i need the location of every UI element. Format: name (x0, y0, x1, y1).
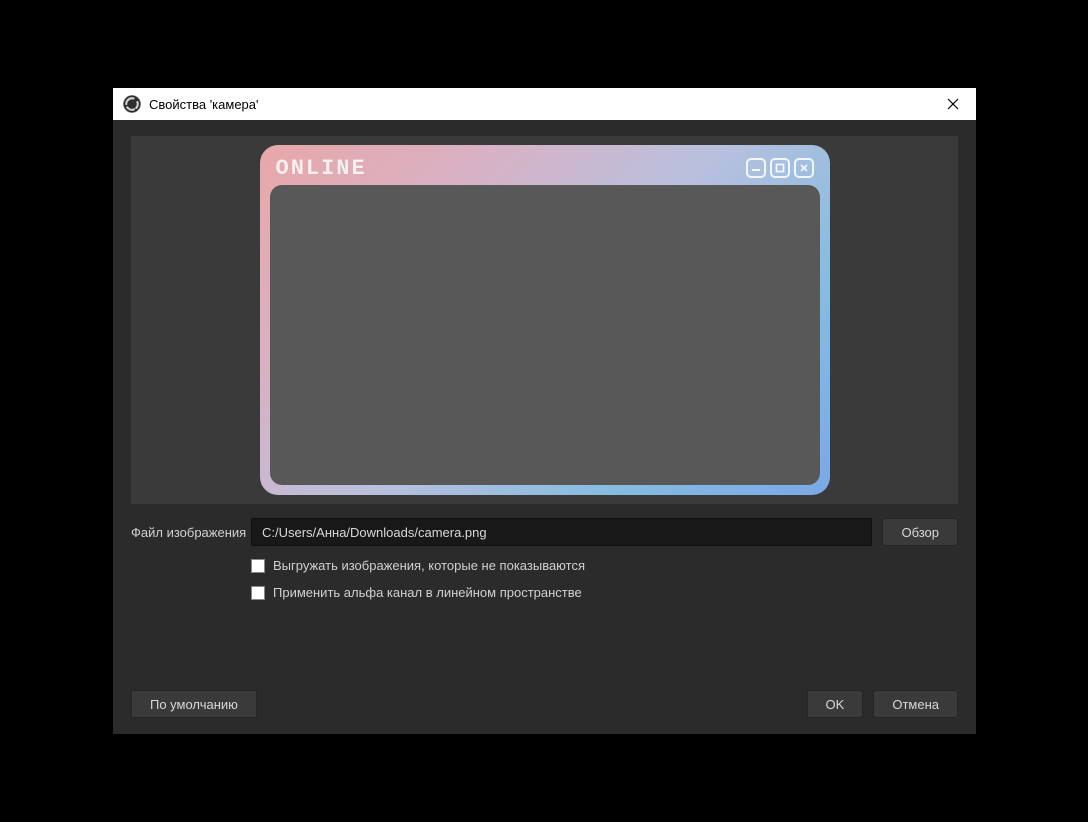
unload-checkbox[interactable] (251, 559, 265, 573)
alpha-checkbox-row[interactable]: Применить альфа канал в линейном простра… (251, 585, 958, 600)
preview-area: ONLINE (131, 136, 958, 504)
overlay-minimize-icon (746, 158, 766, 178)
overlay-inner (270, 185, 820, 485)
titlebar: Свойства 'камера' (113, 88, 976, 120)
obs-icon (123, 95, 141, 113)
alpha-checkbox[interactable] (251, 586, 265, 600)
defaults-button[interactable]: По умолчанию (131, 690, 257, 718)
overlay-online-label: ONLINE (276, 156, 746, 181)
overlay-window-buttons (746, 158, 814, 178)
dialog-footer: По умолчанию OK Отмена (113, 678, 976, 734)
close-button[interactable] (936, 88, 970, 120)
camera-overlay-frame: ONLINE (260, 145, 830, 495)
file-row: Файл изображения Обзор (131, 518, 958, 546)
unload-checkbox-row[interactable]: Выгружать изображения, которые не показы… (251, 558, 958, 573)
ok-button[interactable]: OK (807, 690, 864, 718)
overlay-maximize-icon (770, 158, 790, 178)
form-area: Файл изображения Обзор Выгружать изображ… (113, 504, 976, 612)
overlay-close-icon (794, 158, 814, 178)
cancel-button[interactable]: Отмена (873, 690, 958, 718)
unload-checkbox-label: Выгружать изображения, которые не показы… (273, 558, 585, 573)
file-path-input[interactable] (251, 518, 872, 546)
properties-dialog: Свойства 'камера' ONLINE (113, 88, 976, 734)
browse-button[interactable]: Обзор (882, 518, 958, 546)
file-label: Файл изображения (131, 525, 251, 540)
alpha-checkbox-label: Применить альфа канал в линейном простра… (273, 585, 582, 600)
close-icon (947, 98, 959, 110)
overlay-topbar: ONLINE (270, 155, 820, 181)
dialog-title: Свойства 'камера' (149, 97, 259, 112)
